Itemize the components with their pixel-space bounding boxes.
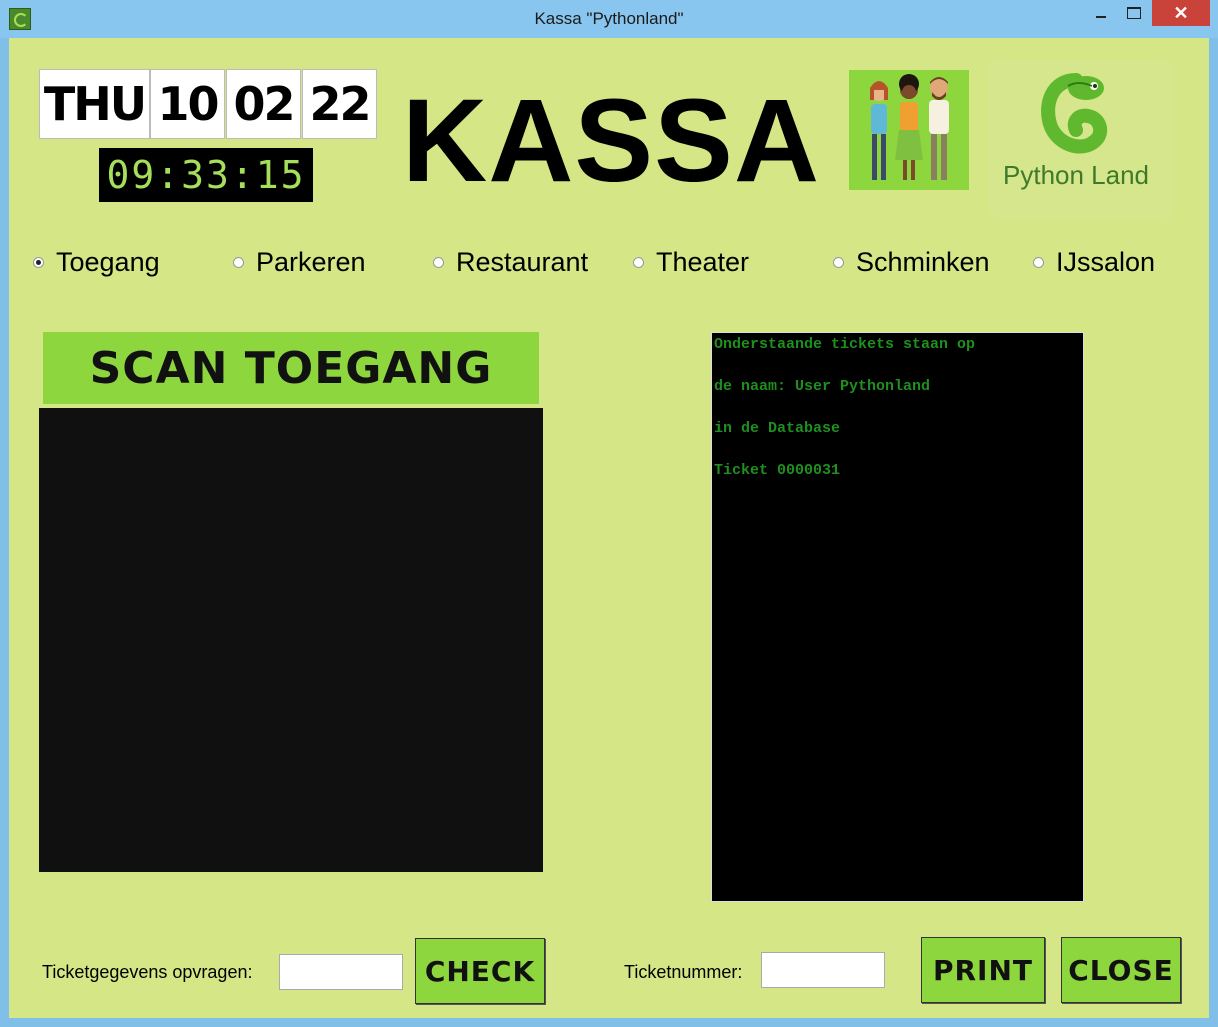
radio-label: Toegang [56, 246, 160, 277]
radio-theater[interactable]: Theater [633, 246, 749, 278]
logo-card [988, 60, 1174, 218]
radio-empty-icon [1033, 256, 1044, 268]
radio-empty-icon [433, 256, 444, 268]
radio-ijssalon[interactable]: IJssalon [1033, 246, 1155, 278]
ticket-number-input[interactable] [761, 952, 885, 988]
date-weekday: THU [39, 69, 150, 139]
radio-selected-icon [33, 256, 44, 268]
window-title: Kassa "Pythonland" [534, 9, 684, 28]
close-window-button[interactable]: ✕ [1152, 0, 1210, 26]
check-button[interactable]: CHECK [415, 938, 545, 1004]
radio-label: Restaurant [456, 246, 589, 277]
maximize-button[interactable] [1118, 0, 1150, 26]
date-month: 02 [226, 69, 301, 139]
minimize-button[interactable] [1087, 0, 1115, 26]
output-line: Onderstaande tickets staan op [714, 336, 976, 353]
ticketnummer-label: Ticketnummer: [624, 962, 743, 982]
radio-label: IJssalon [1056, 246, 1156, 277]
close-icon: ✕ [1173, 2, 1189, 23]
radio-empty-icon [633, 256, 644, 268]
clock-display: 09:33:15 [99, 148, 313, 202]
output-line: de naam: User Pythonland [714, 378, 931, 395]
scan-header: SCAN TOEGANG [43, 332, 539, 404]
ticket-lookup-input[interactable] [279, 954, 403, 990]
close-button[interactable]: CLOSE [1061, 937, 1181, 1003]
title-bar: Kassa "Pythonland" ✕ [0, 0, 1218, 38]
output-line: in de Database [714, 420, 841, 437]
radio-label: Theater [656, 246, 750, 277]
output-line: Ticket 0000031 [714, 462, 841, 479]
radio-restaurant[interactable]: Restaurant [433, 246, 588, 278]
radio-toegang[interactable]: Toegang [33, 246, 160, 278]
print-button[interactable]: PRINT [921, 937, 1045, 1003]
lookup-label: Ticketgegevens opvragen: [42, 962, 253, 982]
maximize-icon [1127, 7, 1141, 19]
minimize-icon [1096, 16, 1106, 18]
ticket-output-panel: Onderstaande tickets staan op de naam: U… [711, 332, 1084, 902]
radio-parkeren[interactable]: Parkeren [233, 246, 366, 278]
radio-label: Parkeren [256, 246, 366, 277]
radio-empty-icon [233, 256, 244, 268]
date-year: 22 [302, 69, 377, 139]
radio-empty-icon [833, 256, 844, 268]
camera-viewport [39, 408, 543, 872]
page-title: KASSA [402, 75, 821, 207]
people-illustration [849, 70, 969, 190]
python-logo-icon [1041, 73, 1108, 154]
date-day: 10 [150, 69, 225, 139]
logo-text: Python Land [1003, 160, 1150, 190]
radio-label: Schminken [856, 246, 990, 277]
radio-schminken[interactable]: Schminken [833, 246, 990, 278]
people-icon [870, 74, 949, 180]
